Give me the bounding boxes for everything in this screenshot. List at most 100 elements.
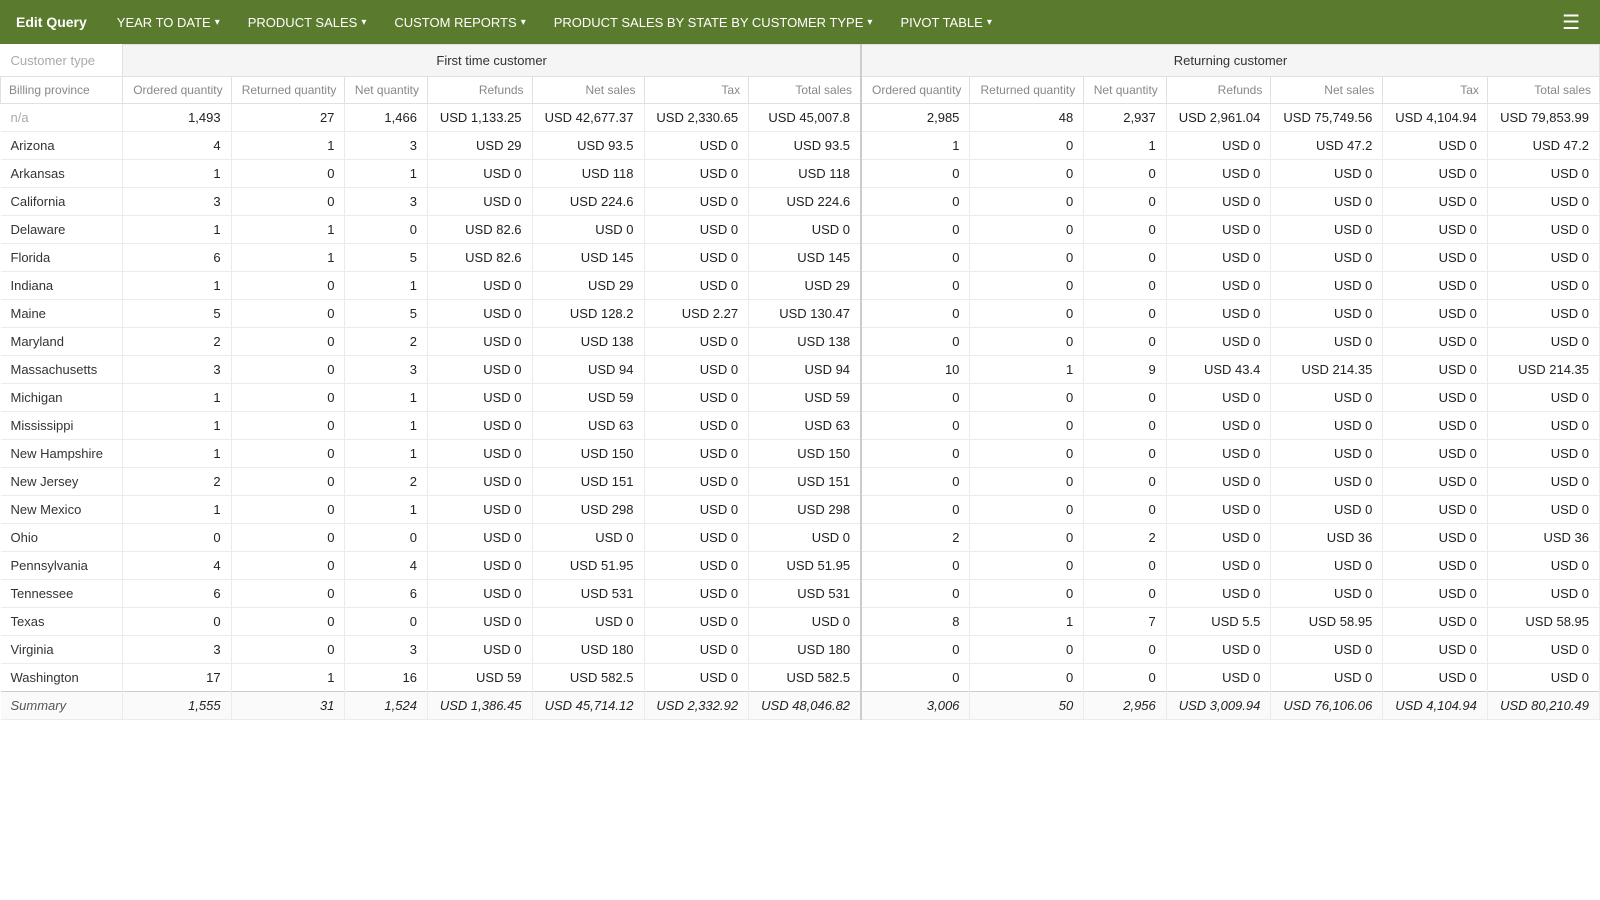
ft-rq-cell: 0 [231,356,345,384]
rc-tax-cell: USD 4,104.94 [1383,104,1488,132]
rc-oq-cell: 0 [861,328,970,356]
ft-ns-cell: USD 180 [532,636,644,664]
rc-rq-cell: 0 [970,160,1084,188]
ft-rq-cell: 0 [231,524,345,552]
table-row: Arkansas 1 0 1 USD 0 USD 118 USD 0 USD 1… [1,160,1600,188]
rc-ts-cell: USD 58.95 [1487,608,1599,636]
ft-nq-cell: 5 [345,244,428,272]
chevron-down-icon: ▾ [361,17,366,28]
rc-tax-cell: USD 0 [1383,328,1488,356]
ft-ref-cell: USD 0 [427,384,532,412]
rc-ts-cell: USD 0 [1487,496,1599,524]
rc-ns-cell: USD 0 [1271,244,1383,272]
ft-tax-cell: USD 0 [644,188,749,216]
hamburger-menu-icon[interactable]: ☰ [1554,10,1588,35]
rc-ref-cell: USD 0 [1166,636,1271,664]
summary-ft-ref: USD 1,386.45 [427,692,532,720]
rc-tax-cell: USD 0 [1383,132,1488,160]
ft-nq-cell: 1 [345,440,428,468]
ft-tax-cell: USD 0 [644,244,749,272]
ft-nq-cell: 3 [345,132,428,160]
rc-ns-cell: USD 0 [1271,272,1383,300]
rc-ns-cell: USD 0 [1271,160,1383,188]
ft-rq-cell: 1 [231,132,345,160]
rc-ns-cell: USD 214.35 [1271,356,1383,384]
rc-nq-cell: 0 [1084,468,1167,496]
rc-oq-cell: 0 [861,384,970,412]
edit-query-button[interactable]: Edit Query [12,14,103,30]
rc-nq-cell: 0 [1084,160,1167,188]
ft-ordered-qty-header: Ordered quantity [123,77,231,104]
state-name-cell: Maryland [1,328,123,356]
rc-nq-cell: 0 [1084,300,1167,328]
rc-tax-cell: USD 0 [1383,412,1488,440]
ft-nq-cell: 2 [345,328,428,356]
ft-ref-cell: USD 0 [427,636,532,664]
rc-rq-cell: 0 [970,552,1084,580]
ft-oq-cell: 1 [123,412,231,440]
ft-ns-cell: USD 0 [532,524,644,552]
nav-label-pivot-table: PIVOT TABLE [900,15,982,30]
top-navigation: Edit Query YEAR TO DATE ▾ PRODUCT SALES … [0,0,1600,44]
ft-oq-cell: 6 [123,580,231,608]
ft-ns-cell: USD 59 [532,384,644,412]
summary-ft-nq: 1,524 [345,692,428,720]
state-name-cell: Texas [1,608,123,636]
ft-oq-cell: 1 [123,384,231,412]
nav-item-year-to-date[interactable]: YEAR TO DATE ▾ [103,0,234,44]
rc-oq-cell: 0 [861,636,970,664]
summary-ft-rq: 31 [231,692,345,720]
rc-rq-cell: 0 [970,580,1084,608]
rc-ns-cell: USD 0 [1271,636,1383,664]
ft-tax-cell: USD 0 [644,552,749,580]
rc-tax-cell: USD 0 [1383,608,1488,636]
table-row: New Mexico 1 0 1 USD 0 USD 298 USD 0 USD… [1,496,1600,524]
rc-ns-cell: USD 0 [1271,412,1383,440]
rc-ns-cell: USD 0 [1271,664,1383,692]
rc-tax-cell: USD 0 [1383,216,1488,244]
state-name-cell: Tennessee [1,580,123,608]
ft-tax-cell: USD 0 [644,216,749,244]
table-row: Michigan 1 0 1 USD 0 USD 59 USD 0 USD 59… [1,384,1600,412]
rc-oq-cell: 0 [861,468,970,496]
rc-nq-cell: 0 [1084,580,1167,608]
ft-rq-cell: 27 [231,104,345,132]
ft-ref-cell: USD 1,133.25 [427,104,532,132]
rc-ts-cell: USD 0 [1487,328,1599,356]
rc-net-sales-header: Net sales [1271,77,1383,104]
ft-oq-cell: 3 [123,188,231,216]
rc-rq-cell: 0 [970,244,1084,272]
nav-item-pivot-table[interactable]: PIVOT TABLE ▾ [886,0,1005,44]
ft-oq-cell: 17 [123,664,231,692]
rc-rq-cell: 0 [970,524,1084,552]
nav-item-product-sales-state[interactable]: PRODUCT SALES BY STATE BY CUSTOMER TYPE … [540,0,887,44]
rc-ns-cell: USD 36 [1271,524,1383,552]
rc-tax-cell: USD 0 [1383,664,1488,692]
ft-oq-cell: 0 [123,524,231,552]
ft-ts-cell: USD 150 [749,440,861,468]
rc-nq-cell: 0 [1084,664,1167,692]
rc-ts-cell: USD 0 [1487,468,1599,496]
ft-ts-cell: USD 531 [749,580,861,608]
summary-label-cell: Summary [1,692,123,720]
ft-ref-cell: USD 0 [427,272,532,300]
ft-ref-cell: USD 59 [427,664,532,692]
ft-nq-cell: 1 [345,412,428,440]
ft-nq-cell: 6 [345,580,428,608]
chevron-down-icon: ▾ [215,17,220,28]
nav-item-custom-reports[interactable]: CUSTOM REPORTS ▾ [380,0,539,44]
rc-oq-cell: 0 [861,664,970,692]
rc-ref-cell: USD 0 [1166,328,1271,356]
rc-tax-cell: USD 0 [1383,552,1488,580]
billing-province-header: Billing province [1,77,123,104]
ft-ts-cell: USD 29 [749,272,861,300]
nav-item-product-sales[interactable]: PRODUCT SALES ▾ [234,0,381,44]
rc-ns-cell: USD 58.95 [1271,608,1383,636]
ft-ref-cell: USD 0 [427,160,532,188]
ft-tax-cell: USD 0 [644,664,749,692]
ft-ns-cell: USD 151 [532,468,644,496]
rc-ts-cell: USD 0 [1487,272,1599,300]
rc-returned-qty-header: Returned quantity [970,77,1084,104]
rc-ref-cell: USD 0 [1166,468,1271,496]
nav-label-product-sales: PRODUCT SALES [248,15,358,30]
